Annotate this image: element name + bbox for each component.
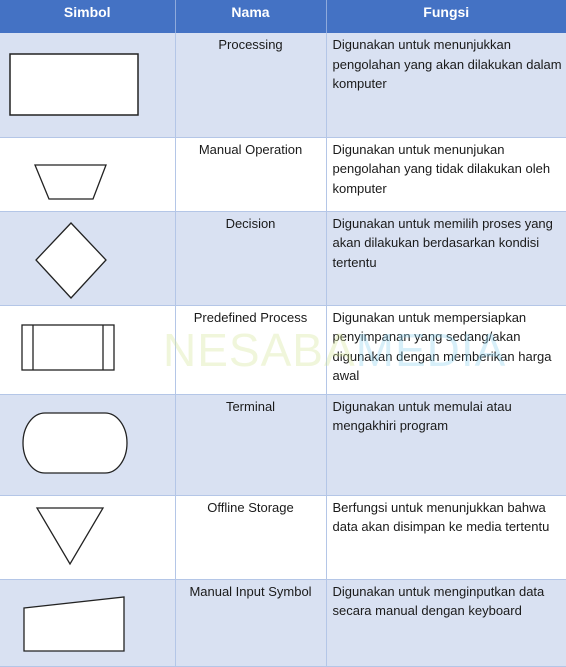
offline-storage-triangle-icon (35, 506, 105, 565)
symbol-cell (0, 394, 176, 496)
predefined-process-icon (21, 323, 115, 371)
header-row: Simbol Nama Fungsi (0, 0, 566, 33)
fungsi-cell: Digunakan untuk menunjukkan pengolahan y… (326, 33, 566, 138)
table-row: Terminal Digunakan untuk memulai atau me… (0, 394, 566, 496)
nama-cell: Predefined Process (175, 305, 327, 395)
symbol-cell (0, 137, 176, 212)
fungsi-cell: Berfungsi untuk menunjukkan bahwa data a… (326, 495, 566, 580)
symbol-cell (0, 579, 176, 667)
table-row: Processing Digunakan untuk menunjukkan p… (0, 33, 566, 138)
decision-diamond-icon (35, 221, 107, 299)
table-row: Decision Digunakan untuk memilih proses … (0, 211, 566, 306)
nama-cell: Offline Storage (175, 495, 327, 580)
terminal-rounded-icon (22, 411, 128, 474)
symbol-cell (0, 305, 176, 395)
fungsi-cell: Digunakan untuk menginputkan data secara… (326, 579, 566, 667)
manual-input-icon (23, 595, 125, 652)
manual-operation-trapezoid-icon (34, 163, 107, 200)
table-row: Manual Operation Digunakan untuk menunju… (0, 137, 566, 212)
header-simbol: Simbol (0, 0, 176, 33)
fungsi-cell: Digunakan untuk menunjukan pengolahan ya… (326, 137, 566, 212)
table-row: Predefined Process Digunakan untuk mempe… (0, 305, 566, 395)
table-row: Manual Input Symbol Digunakan untuk meng… (0, 579, 566, 667)
symbol-cell (0, 495, 176, 580)
fungsi-cell: Digunakan untuk memulai atau mengakhiri … (326, 394, 566, 496)
header-nama: Nama (175, 0, 327, 33)
symbol-cell (0, 33, 176, 138)
fungsi-cell: Digunakan untuk memilih proses yang akan… (326, 211, 566, 306)
table-row: Offline Storage Berfungsi untuk menunjuk… (0, 495, 566, 580)
header-fungsi: Fungsi (326, 0, 566, 33)
flowchart-symbol-table: Simbol Nama Fungsi Processing Digunakan … (0, 0, 566, 667)
processing-rectangle-icon (9, 53, 139, 116)
nama-cell: Decision (175, 211, 327, 306)
nama-cell: Manual Input Symbol (175, 579, 327, 667)
nama-cell: Processing (175, 33, 327, 138)
symbol-cell (0, 211, 176, 306)
nama-cell: Terminal (175, 394, 327, 496)
nama-cell: Manual Operation (175, 137, 327, 212)
fungsi-cell: Digunakan untuk mempersiapkan penyimpana… (326, 305, 566, 395)
